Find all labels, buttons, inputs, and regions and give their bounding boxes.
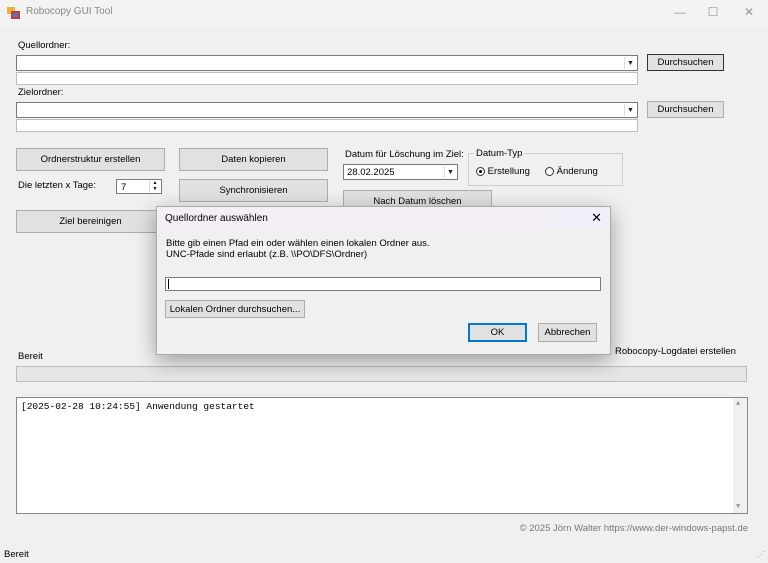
close-icon: ✕ bbox=[743, 5, 755, 19]
maximize-icon: ☐ bbox=[707, 5, 719, 19]
last-days-label: Die letzten x Tage: bbox=[18, 180, 96, 191]
scroll-up-icon[interactable]: ▲ bbox=[736, 400, 740, 408]
resize-grip-icon[interactable]: ⋰ bbox=[757, 550, 765, 559]
copy-data-button[interactable]: Daten kopieren bbox=[179, 148, 328, 171]
radio-unselected-icon[interactable] bbox=[545, 166, 554, 176]
radio-creation[interactable]: Erstellung bbox=[476, 166, 530, 177]
status-label: Bereit bbox=[18, 351, 43, 362]
close-button[interactable]: ✕ bbox=[727, 0, 768, 26]
dialog-close-icon[interactable]: ✕ bbox=[591, 210, 602, 226]
window-title: Robocopy GUI Tool bbox=[26, 6, 113, 17]
scroll-down-icon[interactable]: ▼ bbox=[736, 503, 740, 511]
log-line: [2025-02-28 10:24:55] Anwendung gestarte… bbox=[21, 401, 255, 412]
dialog-path-input[interactable] bbox=[165, 277, 601, 291]
radio-modification[interactable]: Änderung bbox=[545, 166, 598, 177]
last-days-stepper[interactable]: 7 ▲ ▼ bbox=[116, 179, 162, 194]
minimize-icon: — bbox=[674, 5, 686, 19]
dialog-message-2: UNC-Pfade sind erlaubt (z.B. \\PO\DFS\Or… bbox=[166, 249, 368, 260]
title-bar: Robocopy GUI Tool — ☐ ✕ bbox=[0, 0, 768, 26]
synchronize-button[interactable]: Synchronisieren bbox=[179, 179, 328, 202]
radio-creation-label: Erstellung bbox=[487, 166, 530, 177]
chevron-down-icon[interactable]: ▼ bbox=[624, 104, 636, 116]
last-days-value: 7 bbox=[121, 182, 127, 193]
date-delete-label: Datum für Löschung im Ziel: bbox=[345, 149, 464, 160]
dialog-title: Quellordner auswählen bbox=[165, 213, 268, 224]
footer-credit: © 2025 Jörn Walter https://www.der-windo… bbox=[519, 523, 748, 534]
dialog-message-1: Bitte gib einen Pfad ein oder wählen ein… bbox=[166, 238, 430, 249]
status-bar: Bereit ⋰ bbox=[0, 545, 768, 563]
target-path-field[interactable] bbox=[16, 119, 638, 132]
statusbar-text: Bereit bbox=[4, 549, 29, 560]
chevron-down-icon[interactable]: ▼ bbox=[624, 57, 636, 69]
date-picker[interactable]: 28.02.2025 ▼ bbox=[343, 164, 458, 180]
app-icon bbox=[7, 7, 20, 19]
target-browse-button[interactable]: Durchsuchen bbox=[647, 101, 724, 118]
clean-target-button[interactable]: Ziel bereinigen bbox=[16, 210, 165, 233]
target-label: Zielordner: bbox=[18, 87, 64, 98]
date-type-title: Datum-Typ bbox=[474, 148, 525, 159]
ok-button[interactable]: OK bbox=[468, 323, 527, 342]
dialog-titlebar: Quellordner auswählen ✕ bbox=[157, 207, 610, 229]
create-structure-button[interactable]: Ordnerstruktur erstellen bbox=[16, 148, 165, 171]
source-combo[interactable]: ▼ bbox=[16, 55, 638, 71]
date-picker-value: 28.02.2025 bbox=[347, 167, 395, 178]
progress-bar bbox=[16, 366, 747, 382]
radio-selected-icon[interactable] bbox=[476, 166, 485, 176]
browse-local-button[interactable]: Lokalen Ordner durchsuchen... bbox=[165, 300, 305, 318]
spin-arrows-icon[interactable]: ▲ ▼ bbox=[149, 180, 160, 193]
text-cursor bbox=[168, 279, 169, 289]
log-area[interactable]: [2025-02-28 10:24:55] Anwendung gestarte… bbox=[16, 397, 748, 514]
source-browse-button[interactable]: Durchsuchen bbox=[647, 54, 724, 71]
log-scrollbar[interactable]: ▲ ▼ bbox=[733, 398, 747, 513]
cancel-button[interactable]: Abbrechen bbox=[538, 323, 597, 342]
source-label: Quellordner: bbox=[18, 40, 71, 51]
logfile-checkbox-label[interactable]: Robocopy-Logdatei erstellen bbox=[615, 346, 736, 357]
radio-modification-label: Änderung bbox=[556, 166, 598, 177]
source-path-field[interactable] bbox=[16, 72, 638, 85]
chevron-down-icon[interactable]: ▼ bbox=[444, 166, 456, 178]
folder-dialog: Quellordner auswählen ✕ Bitte gib einen … bbox=[156, 206, 611, 355]
target-combo[interactable]: ▼ bbox=[16, 102, 638, 118]
